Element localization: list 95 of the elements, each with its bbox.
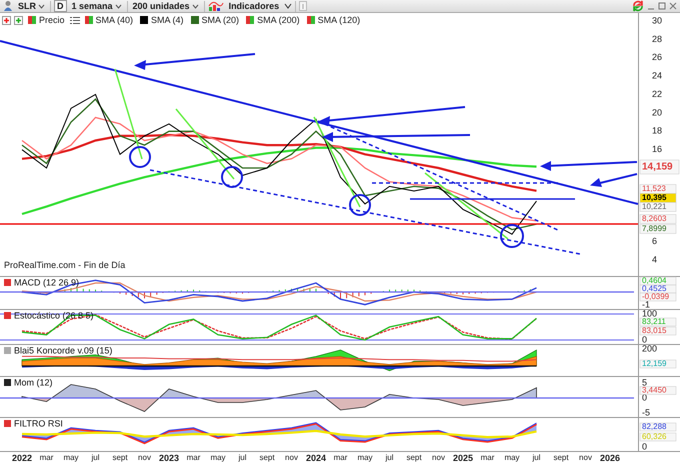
units-dropdown[interactable]: 200 unidades (130, 0, 201, 12)
axis-label: mar (334, 453, 348, 462)
legend-swatch (4, 347, 11, 354)
axis-label: 5 (642, 377, 648, 388)
annotation-arrow (590, 173, 638, 187)
axis-label: nov (285, 453, 298, 462)
caret-icon[interactable] (38, 2, 45, 10)
plus-icon[interactable] (2, 16, 11, 24)
price-label: 14,159 (640, 160, 680, 174)
legend-item[interactable]: SMA (40) (82, 15, 136, 25)
axis-label: 2025 (452, 453, 474, 463)
axis-label: sept (406, 453, 422, 462)
axis-label: may (210, 453, 226, 462)
legend-swatch (4, 312, 11, 319)
caret-icon[interactable] (192, 2, 199, 10)
axis-label: nov (579, 453, 592, 462)
price-label: 10,221 (640, 202, 676, 212)
axis-label: 24 (652, 70, 662, 80)
plus-icon[interactable] (14, 16, 23, 24)
axis-label: 26 (652, 52, 662, 62)
price-label: 10,395 (640, 193, 676, 203)
symbol-dropdown[interactable]: SLR (16, 0, 47, 12)
axis-label: 6 (652, 236, 658, 246)
highlight-circle (129, 146, 151, 168)
axis-label: 16 (652, 144, 662, 154)
axis-label: -5 (642, 407, 650, 417)
period-button[interactable]: D (54, 0, 66, 12)
axis-label: 20 (652, 107, 662, 118)
maximize-icon[interactable] (658, 2, 666, 10)
axis-label: sept (553, 453, 569, 462)
axis-label: may (63, 453, 79, 462)
legend-item[interactable]: SMA (120) (304, 15, 362, 25)
legend-swatch (4, 420, 11, 427)
legend-item[interactable]: SMA (20) (188, 15, 242, 25)
axis-label: 2026 (600, 453, 620, 463)
axis-label: mar (40, 453, 54, 462)
highlight-circle (221, 166, 243, 188)
axis-label: 0 (642, 441, 648, 451)
axis-label: sept (112, 453, 128, 462)
value-label: 83,211 (640, 317, 676, 326)
highlight-circle (500, 224, 524, 248)
indicator-title: Mom (12) (14, 378, 53, 388)
axis-label: 2023 (158, 453, 180, 463)
value-label: 0,4604 (640, 276, 676, 286)
axis-label: jul (386, 453, 394, 462)
value-label: 83,015 (640, 326, 676, 336)
axis-label: 2022 (12, 453, 32, 463)
axis-label: 100 (642, 309, 658, 318)
indicators-chart-icon[interactable] (208, 0, 224, 12)
axis-label: jul (92, 453, 100, 462)
value-label: 12,159 (640, 359, 676, 368)
axis-label: 30 (652, 15, 662, 26)
axis-label: 0 (642, 334, 648, 344)
value-label: -0,0399 (640, 292, 676, 302)
indicators-dropdown[interactable]: Indicadores (226, 0, 282, 12)
legend-item[interactable]: SMA (4) (138, 15, 186, 25)
axis-label: nov (138, 453, 151, 462)
axis-label: 28 (652, 34, 662, 44)
indicator-title: FILTRO RSI (14, 418, 63, 428)
indicator-title: Blai5 Koncorde v.09 (15) (14, 346, 112, 356)
axis-label: mar (186, 453, 200, 462)
legend-item[interactable]: Precio (26, 15, 67, 25)
caret-icon[interactable] (284, 2, 292, 10)
caret-icon[interactable] (114, 2, 122, 10)
legend-swatch (4, 379, 11, 386)
axis-label: -1 (642, 299, 650, 309)
legend-item[interactable]: SMA (200) (244, 15, 302, 25)
axis-label: 4 (652, 254, 658, 264)
source-label: ProRealTime.com - Fin de Día (4, 260, 126, 270)
value-label: 60,326 (640, 432, 676, 442)
axis-label: 0 (642, 392, 648, 402)
axis-label: 2024 (306, 453, 326, 463)
price-label: 11,523 (640, 184, 676, 194)
axis-label: sept (259, 453, 275, 462)
price-label: 8,2603 (640, 214, 676, 224)
timeframe-dropdown[interactable]: 1 semana (70, 0, 124, 12)
list-icon[interactable] (70, 16, 80, 24)
axis-label: may (504, 453, 520, 462)
axis-label: 18 (652, 126, 662, 136)
close-icon[interactable] (669, 2, 677, 10)
refresh-icon[interactable] (632, 0, 644, 12)
highlight-circle (349, 194, 371, 216)
axis-label: jul (238, 453, 246, 462)
axis-label: nov (432, 453, 445, 462)
user-icon[interactable] (3, 0, 13, 12)
value-label: 3,4450 (640, 386, 676, 395)
axis-label: may (357, 453, 373, 462)
axis-label: jul (532, 453, 540, 462)
axis-label: 22 (652, 88, 662, 99)
price-label: 7,8999 (640, 224, 676, 234)
value-label: 82,288 (640, 422, 676, 432)
value-label: 0,4525 (640, 284, 676, 294)
axis-label: mar (480, 453, 494, 462)
axis-label: 200 (642, 344, 658, 354)
legend-swatch (4, 279, 11, 286)
